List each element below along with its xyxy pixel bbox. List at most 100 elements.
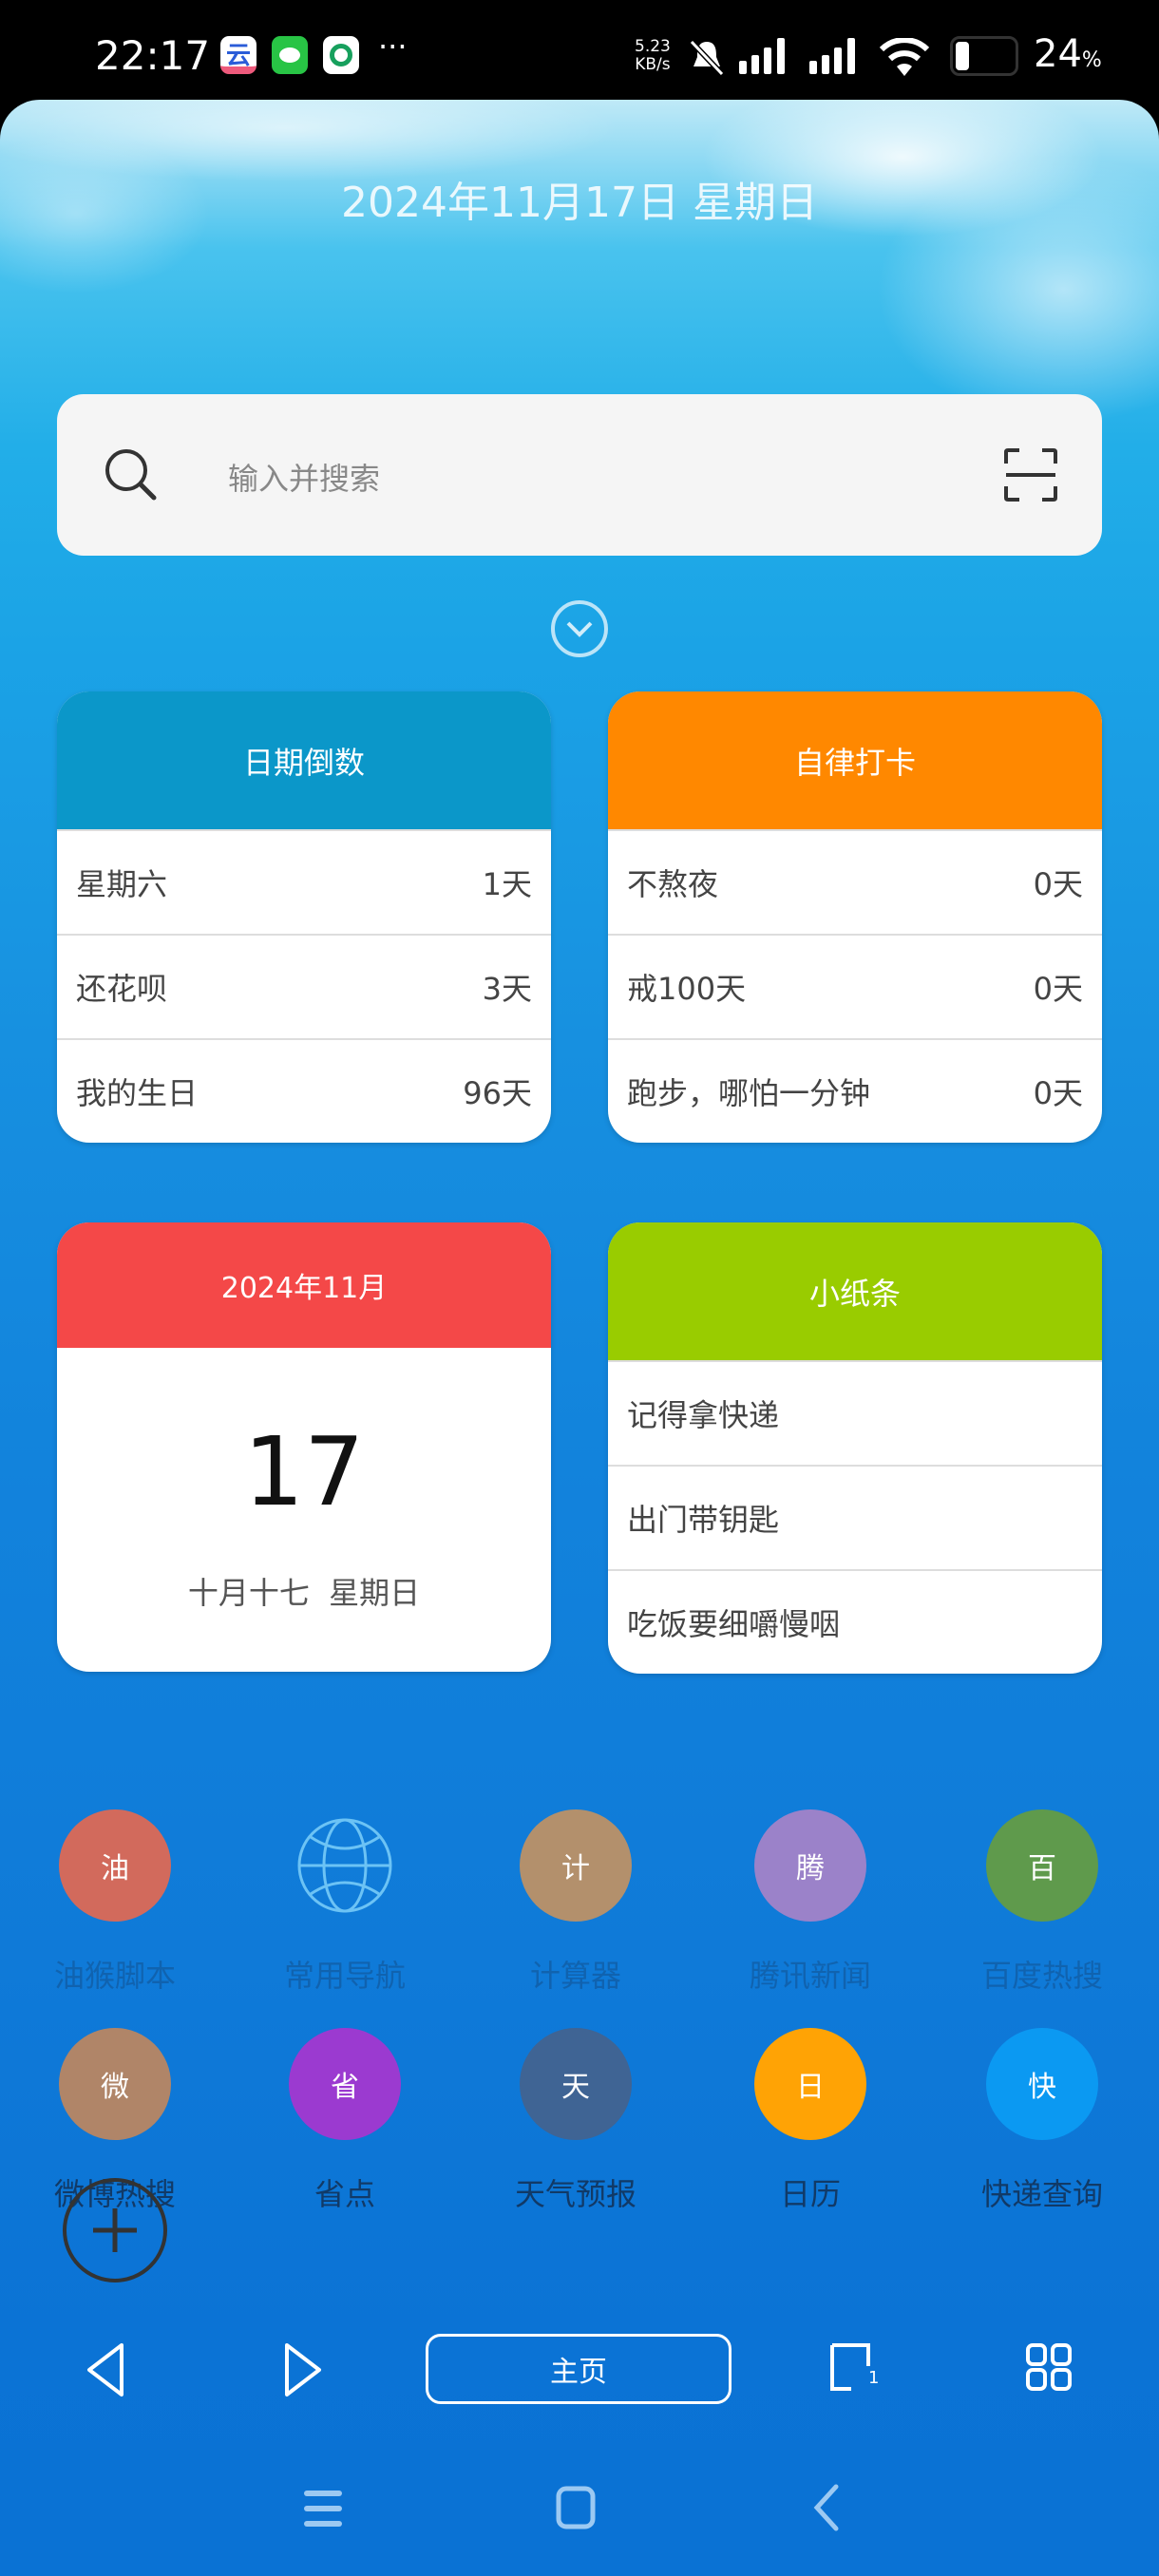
expand-chevron-button[interactable]	[551, 600, 608, 657]
forward-icon[interactable]	[279, 2341, 327, 2398]
calendar-month: 2024年11月	[57, 1222, 551, 1348]
battery-icon	[950, 36, 1018, 76]
item-label: 我的生日	[76, 1075, 199, 1111]
app-shortcut[interactable]: 油油猴脚本	[1, 1809, 229, 1996]
clock: 22:17	[95, 32, 211, 79]
item-label: 不熬夜	[627, 866, 719, 902]
app-shortcut[interactable]: 省省点	[231, 2028, 459, 2214]
back-icon[interactable]	[84, 2341, 131, 2398]
item-value: 3天	[482, 971, 532, 1007]
note-text: 吃饭要细嚼慢咽	[627, 1606, 841, 1642]
countdown-title: 日期倒数	[57, 691, 551, 829]
menu-icon[interactable]	[302, 2487, 344, 2530]
app-shortcut[interactable]: 计计算器	[462, 1809, 690, 1996]
list-item[interactable]: 我的生日 96天	[57, 1038, 551, 1143]
back-nav-icon[interactable]	[809, 2483, 844, 2532]
app-label: 常用导航	[283, 1958, 406, 1994]
countdown-widget[interactable]: 日期倒数 星期六 1天 还花呗 3天 我的生日 96天	[57, 691, 551, 1143]
app-icon: 天	[520, 2028, 632, 2140]
signal-icon-1	[739, 38, 785, 74]
chevron-down-icon	[566, 621, 593, 637]
list-item[interactable]: 记得拿快递	[608, 1360, 1102, 1465]
checkin-widget[interactable]: 自律打卡 不熬夜 0天 戒100天 0天 跑步，哪怕一分钟 0天	[608, 691, 1102, 1143]
battery-value: 24	[1034, 32, 1082, 76]
green-app-icon	[323, 36, 359, 74]
net-speed: 5.23 KB/s	[635, 38, 671, 74]
app-label: 腾讯新闻	[749, 1958, 871, 1994]
list-item[interactable]: 吃饭要细嚼慢咽	[608, 1569, 1102, 1674]
list-item[interactable]: 戒100天 0天	[608, 934, 1102, 1038]
item-label: 戒100天	[627, 971, 747, 1007]
app-icon: 微	[59, 2028, 171, 2140]
status-bar: 22:17 云 ··· 5.23 KB/s 24%	[0, 0, 1159, 100]
app-label: 省点	[314, 2176, 375, 2212]
note-text: 记得拿快递	[627, 1397, 780, 1433]
more-notifications-icon: ···	[378, 28, 408, 65]
list-item[interactable]: 星期六 1天	[57, 829, 551, 934]
search-bar[interactable]: 输入并搜索	[57, 394, 1102, 556]
battery-unit: %	[1081, 48, 1102, 72]
tabs-button[interactable]: 1	[828, 2341, 880, 2395]
app-icon: 日	[754, 2028, 866, 2140]
plus-icon	[93, 2208, 137, 2252]
list-item[interactable]: 还花呗 3天	[57, 934, 551, 1038]
app-icon: 快	[986, 2028, 1098, 2140]
item-label: 星期六	[76, 866, 168, 902]
system-nav-bar	[0, 2441, 1159, 2576]
browser-toolbar: 主页 1	[0, 2313, 1159, 2427]
ai-app-icon: 云	[220, 36, 256, 74]
calendar-day: 17	[243, 1416, 365, 1527]
app-icon: 省	[289, 2028, 401, 2140]
item-value: 96天	[463, 1075, 532, 1111]
tab-count: 1	[868, 2368, 880, 2388]
grid-menu-icon[interactable]	[1026, 2343, 1072, 2391]
search-icon	[105, 449, 157, 501]
app-shortcut[interactable]: 日日历	[696, 2028, 924, 2214]
weekday: 星期日	[329, 1575, 421, 1611]
checkin-title: 自律打卡	[608, 691, 1102, 829]
scan-icon[interactable]	[1002, 446, 1059, 503]
net-speed-unit: KB/s	[635, 55, 671, 74]
add-app-button[interactable]	[63, 2178, 167, 2282]
item-value: 0天	[1033, 866, 1083, 902]
signal-icon-2	[809, 38, 855, 74]
home-nav-icon[interactable]	[555, 2485, 597, 2530]
note-text: 出门带钥匙	[627, 1502, 780, 1538]
battery-level	[956, 42, 969, 70]
app-icon: 百	[986, 1809, 1098, 1922]
app-icon: 油	[59, 1809, 171, 1922]
app-shortcut[interactable]: 快快递查询	[928, 2028, 1156, 2214]
notes-widget[interactable]: 小纸条 记得拿快递 出门带钥匙 吃饭要细嚼慢咽	[608, 1222, 1102, 1674]
battery-percent: 24%	[1034, 32, 1102, 76]
app-shortcut[interactable]: 常用导航	[231, 1809, 459, 1996]
app-icon: 计	[520, 1809, 632, 1922]
home-button[interactable]: 主页	[426, 2334, 732, 2404]
app-label: 油猴脚本	[53, 1958, 176, 1994]
lunar-date: 十月十七	[187, 1575, 310, 1611]
calendar-widget[interactable]: 2024年11月 17 十月十七 星期日	[57, 1222, 551, 1672]
home-screen: 2024年11月17日 星期日 输入并搜索 日期倒数 星期六 1天 还花呗 3天 我…	[0, 100, 1159, 2576]
item-value: 1天	[482, 866, 532, 902]
search-input[interactable]: 输入并搜索	[228, 455, 380, 499]
app-shortcut[interactable]: 腾腾讯新闻	[696, 1809, 924, 1996]
calendar-lunar: 十月十七 星期日	[57, 1569, 551, 1613]
app-label: 快递查询	[980, 2176, 1103, 2212]
globe-icon	[289, 1809, 401, 1922]
app-shortcut[interactable]: 百百度热搜	[928, 1809, 1156, 1996]
item-label: 还花呗	[76, 971, 168, 1007]
list-item[interactable]: 出门带钥匙	[608, 1465, 1102, 1569]
item-value: 0天	[1033, 1075, 1083, 1111]
mute-icon	[689, 39, 725, 76]
list-item[interactable]: 不熬夜 0天	[608, 829, 1102, 934]
app-shortcut[interactable]: 天天气预报	[462, 2028, 690, 2214]
item-value: 0天	[1033, 971, 1083, 1007]
notes-title: 小纸条	[608, 1222, 1102, 1360]
wifi-icon	[880, 38, 929, 76]
app-icon: 腾	[754, 1809, 866, 1922]
app-label: 计算器	[529, 1958, 621, 1994]
app-label: 百度热搜	[980, 1958, 1103, 1994]
app-label: 日历	[779, 2176, 841, 2212]
list-item[interactable]: 跑步，哪怕一分钟 0天	[608, 1038, 1102, 1143]
wechat-icon	[272, 36, 308, 74]
date-header: 2024年11月17日 星期日	[341, 179, 818, 227]
